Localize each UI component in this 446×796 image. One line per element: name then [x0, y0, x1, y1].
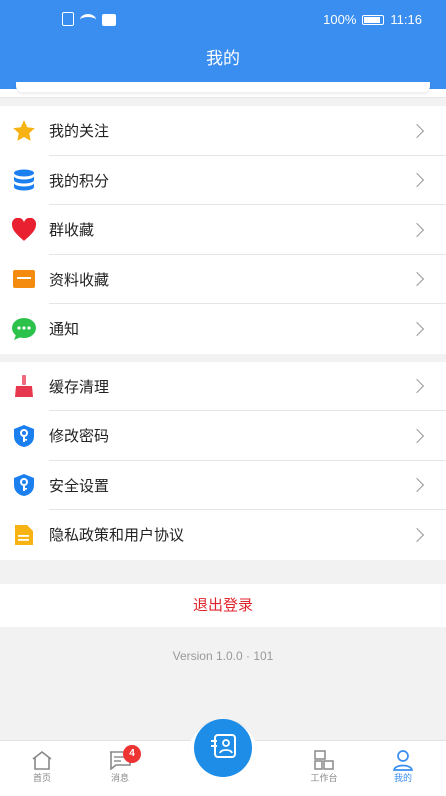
chevron-right-icon — [409, 272, 425, 287]
version-text: Version 1.0.0 · 101 — [172, 648, 274, 663]
chevron-right-icon — [409, 222, 425, 237]
page-title: 我的 — [0, 40, 446, 80]
menu-item-label: 安全设置 — [49, 476, 110, 495]
clock: 11:16 — [390, 12, 422, 27]
menu-group-1: 我的关注 我的积分 群收藏 资料收藏 通知 — [0, 106, 446, 354]
notification-icon — [102, 14, 116, 26]
menu-item-label: 修改密码 — [49, 427, 110, 446]
wifi-icon — [80, 14, 96, 26]
sim-icon — [62, 12, 74, 26]
menu-item-label: 隐私政策和用户协议 — [49, 526, 185, 545]
chat-bubble-icon — [11, 316, 37, 342]
logout-button[interactable]: 退出登录 — [0, 583, 446, 627]
tab-label: 我的 — [393, 774, 412, 784]
menu-item-label: 缓存清理 — [49, 377, 110, 396]
menu-item-follow[interactable]: 我的关注 — [0, 106, 446, 156]
message-count-badge: 4 — [123, 745, 141, 763]
tab-home[interactable]: 首页 — [12, 749, 72, 784]
key-shield-icon — [11, 423, 37, 449]
tab-label: 首页 — [32, 774, 51, 784]
tab-messages[interactable]: 4 消息 — [90, 745, 150, 784]
workbench-icon — [294, 749, 354, 771]
key-shield-icon — [11, 472, 37, 498]
battery-icon — [362, 14, 385, 25]
heart-icon — [11, 217, 37, 243]
database-icon — [11, 167, 37, 193]
broom-icon — [11, 373, 37, 399]
menu-item-file-favorites[interactable]: 资料收藏 — [0, 255, 446, 305]
center-action-button[interactable] — [194, 719, 252, 777]
menu-item-notifications[interactable]: 通知 — [0, 304, 446, 354]
message-icon — [90, 749, 150, 771]
document-icon — [11, 522, 37, 548]
menu-item-clear-cache[interactable]: 缓存清理 — [0, 362, 446, 412]
status-icons-right: 100% 11:16 — [323, 12, 422, 27]
menu-item-label: 通知 — [49, 320, 80, 339]
chevron-right-icon — [409, 527, 425, 542]
menu-item-security-settings[interactable]: 安全设置 — [0, 461, 446, 511]
chevron-right-icon — [409, 123, 425, 138]
folder-icon — [11, 266, 37, 292]
menu-item-group-favorites[interactable]: 群收藏 — [0, 205, 446, 255]
chevron-right-icon — [409, 428, 425, 443]
chevron-right-icon — [409, 321, 425, 336]
tab-mine[interactable]: 我的 — [373, 749, 433, 784]
contact-card-icon — [209, 733, 237, 763]
menu-item-change-password[interactable]: 修改密码 — [0, 411, 446, 461]
menu-item-label: 我的关注 — [49, 122, 110, 141]
user-icon — [373, 749, 433, 771]
tab-workbench[interactable]: 工作台 — [294, 749, 354, 784]
menu-item-label: 资料收藏 — [49, 270, 110, 289]
bottom-tab-bar: 首页 4 消息 工作台 我的 — [0, 719, 446, 796]
menu-item-points[interactable]: 我的积分 — [0, 156, 446, 206]
tab-label: 消息 — [110, 774, 129, 784]
status-bar: 100% 11:16 — [0, 0, 446, 40]
chevron-right-icon — [409, 173, 425, 188]
menu-item-label: 我的积分 — [49, 171, 110, 190]
star-icon — [11, 118, 37, 144]
tab-label: 工作台 — [310, 774, 338, 784]
chevron-right-icon — [409, 478, 425, 493]
home-icon — [12, 749, 72, 771]
status-icons-left — [62, 12, 116, 26]
chevron-right-icon — [409, 379, 425, 394]
header-card-edge — [0, 80, 446, 98]
menu-item-privacy-policy[interactable]: 隐私政策和用户协议 — [0, 510, 446, 560]
menu-group-2: 缓存清理 修改密码 安全设置 隐私政策和用户协议 — [0, 361, 446, 560]
menu-item-label: 群收藏 — [49, 221, 95, 240]
battery-percent: 100% — [323, 12, 357, 27]
